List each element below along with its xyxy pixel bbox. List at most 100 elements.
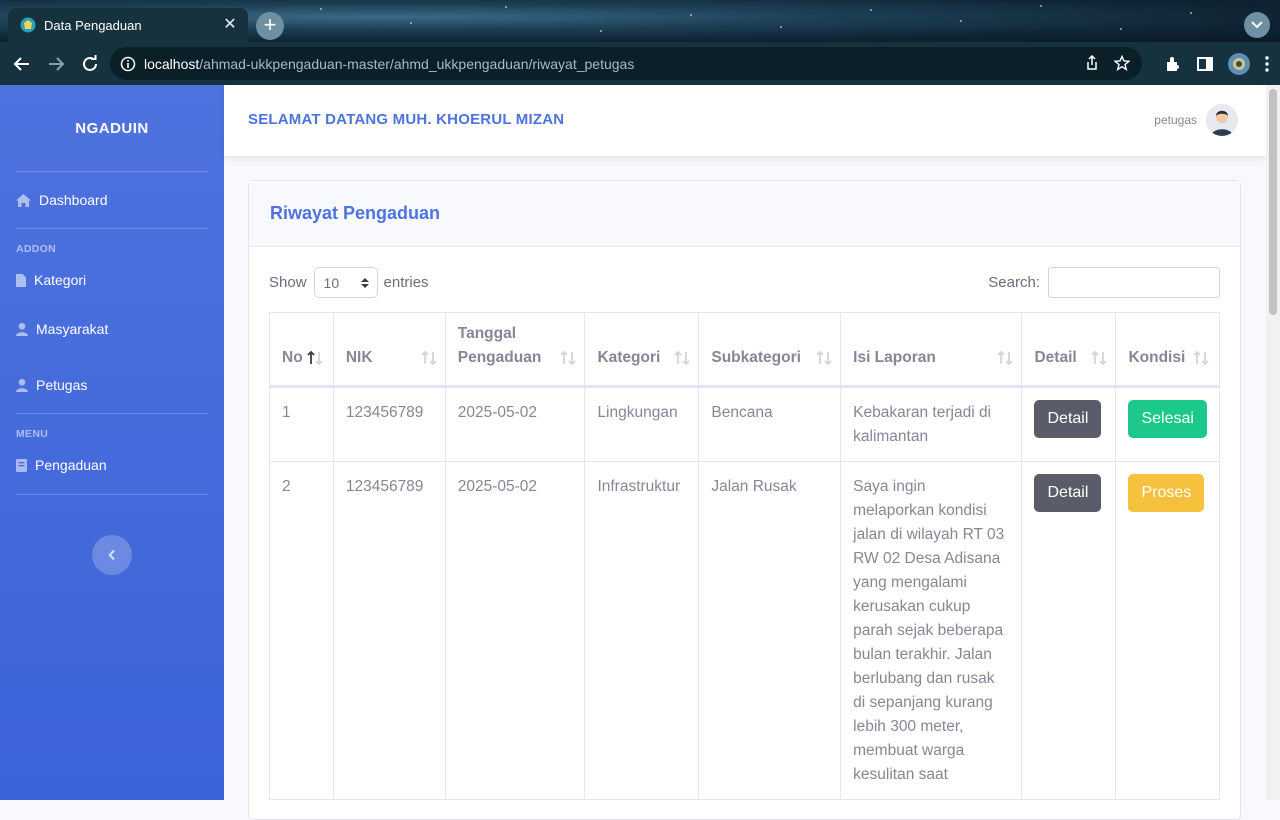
table-header-row: No NIK Tanggal Pengaduan Kategori Subkat…: [269, 312, 1220, 388]
sidebar-item-pengaduan[interactable]: Pengaduan: [0, 444, 224, 486]
more-menu-icon[interactable]: [1264, 55, 1270, 73]
cell-isi-laporan: Kebakaran terjadi di kalimantan: [840, 386, 1023, 462]
scrollbar-thumb[interactable]: [1269, 89, 1277, 315]
avatar[interactable]: [1206, 104, 1238, 136]
table-row: 1 123456789 2025-05-02 Lingkungan Bencan…: [269, 386, 1220, 462]
column-header-kondisi[interactable]: Kondisi: [1115, 312, 1220, 388]
search-input[interactable]: [1048, 267, 1220, 298]
sidebar-item-masyarakat[interactable]: Masyarakat: [0, 301, 224, 357]
cell-detail: Detail: [1021, 386, 1117, 462]
user-dropdown[interactable]: petugas: [1154, 104, 1238, 136]
address-bar[interactable]: localhost/ahmad-ukkpengaduan-master/ahmd…: [110, 47, 1142, 80]
header-label: Detail: [1034, 349, 1077, 366]
share-icon[interactable]: [1084, 55, 1100, 71]
column-header-no[interactable]: No: [269, 312, 334, 388]
sidebar-toggle-button[interactable]: [92, 535, 132, 575]
browser-tab[interactable]: Data Pengaduan ✕: [8, 8, 248, 42]
bookmark-star-icon[interactable]: [1114, 55, 1130, 71]
sidebar-heading-menu: MENU: [16, 428, 49, 440]
site-favicon-icon: [20, 17, 36, 33]
book-icon: [16, 458, 27, 472]
site-info-icon[interactable]: [120, 56, 136, 72]
sort-asc-icon: [307, 351, 323, 365]
new-tab-button[interactable]: +: [256, 12, 284, 40]
chevron-down-icon: [1251, 21, 1263, 29]
sidebar-divider: [16, 494, 208, 495]
status-selesai-button[interactable]: Selesai: [1128, 400, 1207, 438]
sort-icon: [1193, 351, 1209, 365]
tab-title: Data Pengaduan: [44, 17, 142, 33]
tab-close-icon[interactable]: ✕: [222, 17, 238, 33]
sort-icon: [674, 351, 691, 365]
user-avatar-icon: [1206, 104, 1238, 136]
header-label: Kondisi: [1128, 349, 1186, 366]
column-header-isi-laporan[interactable]: Isi Laporan: [840, 312, 1023, 388]
cell-no: 1: [269, 386, 334, 462]
arrow-left-icon: [13, 56, 29, 71]
cell-kondisi: Selesai: [1115, 386, 1220, 462]
cell-kategori: Lingkungan: [584, 386, 700, 462]
card-title: Riwayat Pengaduan: [249, 181, 1240, 247]
reload-button[interactable]: [80, 54, 100, 74]
table-search: Search:: [988, 267, 1220, 298]
username: petugas: [1154, 113, 1197, 127]
sidebar-item-petugas[interactable]: Petugas: [0, 357, 224, 413]
header-label: Isi Laporan: [853, 349, 936, 366]
profile-avatar-icon[interactable]: [1228, 53, 1250, 75]
entries-length-control: Show 10 entries: [269, 267, 429, 298]
detail-button[interactable]: Detail: [1034, 474, 1102, 512]
column-header-nik[interactable]: NIK: [332, 312, 446, 388]
search-label: Search:: [988, 274, 1040, 291]
tab-search-button[interactable]: [1244, 12, 1270, 38]
detail-button[interactable]: Detail: [1034, 400, 1102, 438]
arrow-right-icon: [49, 56, 65, 71]
side-panel-icon[interactable]: [1196, 55, 1214, 73]
sort-icon: [421, 351, 437, 365]
sort-icon: [816, 351, 832, 365]
header-label: NIK: [345, 349, 373, 366]
table-row: 2 123456789 2025-05-02 Infrastruktur Jal…: [269, 461, 1220, 800]
sidebar-brand[interactable]: NGADUIN: [0, 85, 224, 171]
entries-label: entries: [383, 274, 429, 291]
sort-icon: [560, 351, 577, 365]
page-scrollbar[interactable]: [1266, 85, 1280, 800]
status-proses-button[interactable]: Proses: [1128, 474, 1205, 512]
cell-kategori: Infrastruktur: [584, 461, 700, 800]
sidebar-item-label: Petugas: [36, 377, 88, 393]
extensions-icon[interactable]: [1164, 55, 1182, 73]
sidebar-item-label: Dashboard: [39, 192, 108, 208]
header-label: Tanggal Pengaduan: [457, 325, 542, 366]
sidebar-item-label: Kategori: [34, 272, 87, 288]
header-label: No: [282, 349, 303, 366]
header-label: Kategori: [597, 349, 661, 366]
cell-tanggal: 2025-05-02: [444, 386, 586, 462]
column-header-kategori[interactable]: Kategori: [584, 312, 700, 388]
entries-value: 10: [323, 274, 340, 291]
cell-subkategori: Jalan Rusak: [698, 461, 842, 800]
complaint-history-card: Riwayat Pengaduan Show 10 entries Search…: [248, 180, 1241, 820]
url-path: /ahmad-ukkpengaduan-master/ahmd_ukkpenga…: [199, 55, 635, 72]
browser-tab-strip: Data Pengaduan ✕ +: [0, 0, 1280, 42]
sort-icon: [997, 351, 1014, 365]
cell-subkategori: Bencana: [698, 386, 842, 462]
sidebar: NGADUIN Dashboard ADDON Kategori Masyara…: [0, 85, 224, 800]
cell-tanggal: 2025-05-02: [444, 461, 586, 800]
entries-select[interactable]: 10: [313, 267, 378, 298]
select-arrows-icon: [360, 278, 369, 288]
sidebar-item-dashboard[interactable]: Dashboard: [0, 172, 224, 228]
column-header-tanggal[interactable]: Tanggal Pengaduan: [444, 312, 586, 388]
back-button[interactable]: [12, 54, 32, 74]
url-host: localhost: [144, 55, 200, 72]
column-header-detail[interactable]: Detail: [1021, 312, 1117, 388]
file-icon: [16, 273, 26, 287]
cell-nik: 123456789: [332, 461, 446, 800]
sidebar-item-kategori[interactable]: Kategori: [0, 259, 224, 301]
sidebar-item-label: Masyarakat: [36, 321, 109, 337]
forward-button[interactable]: [46, 54, 66, 74]
column-header-subkategori[interactable]: Subkategori: [698, 312, 842, 388]
header-label: Subkategori: [711, 349, 801, 366]
cell-isi-laporan: Saya ingin melaporkan kondisi jalan di w…: [840, 461, 1023, 800]
sidebar-heading-addon: ADDON: [16, 243, 56, 255]
complaints-table: No NIK Tanggal Pengaduan Kategori Subkat…: [269, 312, 1220, 800]
chevron-left-icon: [108, 549, 115, 561]
